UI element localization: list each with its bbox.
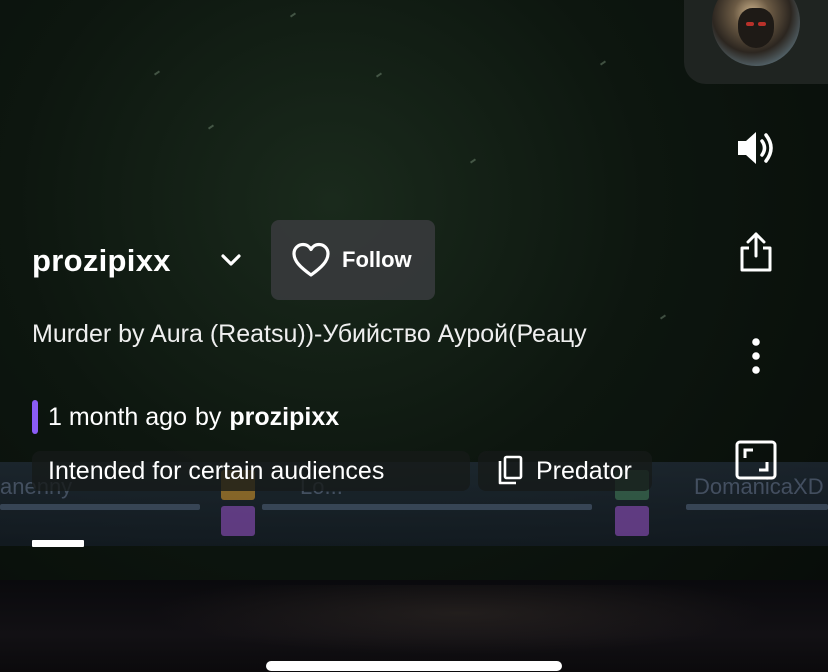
game-tag-label: Predator	[536, 456, 632, 485]
hud-health-bar	[262, 504, 592, 510]
video-speck	[289, 12, 297, 18]
fullscreen-button[interactable]	[732, 436, 780, 484]
clip-by-label: by	[195, 402, 222, 431]
channel-username[interactable]: prozipixx	[32, 243, 171, 279]
home-indicator[interactable]	[266, 661, 562, 671]
volume-button[interactable]	[732, 124, 780, 172]
video-speck	[659, 314, 667, 320]
follow-button[interactable]: Follow	[271, 220, 435, 300]
more-icon	[752, 338, 760, 374]
share-icon	[740, 232, 772, 272]
video-speck	[207, 124, 215, 130]
video-speck	[469, 158, 477, 164]
clip-meta: 1 month ago by prozipixx	[32, 400, 339, 434]
video-speck	[375, 72, 383, 78]
share-button[interactable]	[732, 228, 780, 276]
copy-icon	[498, 455, 523, 485]
clipped-by-link[interactable]: prozipixx	[229, 403, 339, 432]
hud-health-bar	[686, 504, 828, 510]
playback-progress[interactable]	[32, 540, 84, 547]
follow-button-label: Follow	[342, 247, 412, 272]
game-tag[interactable]: Predator	[478, 451, 652, 491]
video-speck	[153, 70, 161, 76]
fullscreen-icon	[735, 440, 777, 480]
hud-health-bar	[0, 504, 200, 510]
avatar-mask-shape	[738, 8, 774, 48]
chevron-down-icon	[221, 254, 241, 266]
accent-bar	[32, 400, 38, 434]
hud-ability-tile	[221, 506, 255, 536]
video-speck	[599, 60, 607, 66]
audience-tag[interactable]: Intended for certain audiences	[32, 451, 470, 491]
clip-age: 1 month ago	[48, 402, 187, 431]
heart-icon	[292, 242, 330, 277]
more-options-button[interactable]	[732, 332, 780, 380]
avatar-eye	[758, 22, 766, 26]
audience-tag-label: Intended for certain audiences	[48, 456, 385, 485]
channel-menu-button[interactable]	[214, 246, 248, 274]
volume-icon	[738, 132, 773, 164]
video-glow	[150, 585, 770, 655]
hud-ability-tile	[615, 506, 649, 536]
avatar-eye	[746, 22, 754, 26]
clip-title: Murder by Aura (Reatsu))-Убийство Аурой(…	[32, 320, 587, 348]
